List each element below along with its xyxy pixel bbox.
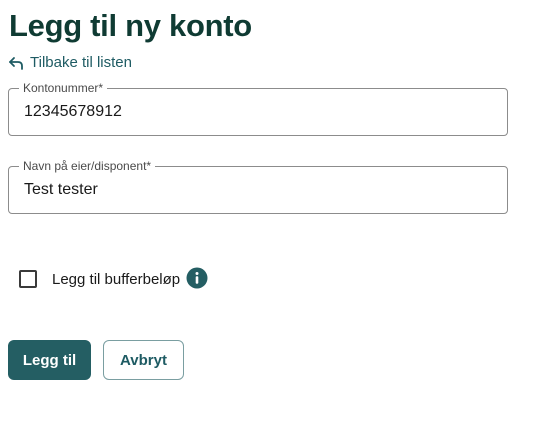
buffer-checkbox-label[interactable]: Legg til bufferbeløp <box>52 271 180 288</box>
account-number-label: Kontonummer* <box>19 81 108 95</box>
add-button[interactable]: Legg til <box>8 340 91 380</box>
add-account-page: Legg til ny konto Tilbake til listen Kon… <box>0 0 540 428</box>
buffer-checkbox-row: Legg til bufferbeløp <box>19 267 208 289</box>
arrow-back-icon <box>9 56 23 70</box>
back-to-list-link[interactable]: Tilbake til listen <box>8 54 132 71</box>
info-icon[interactable] <box>186 267 208 289</box>
back-link-label: Tilbake til listen <box>30 54 132 71</box>
account-number-input[interactable] <box>24 101 494 123</box>
buffer-checkbox[interactable] <box>19 270 37 288</box>
owner-name-field: Navn på eier/disponent* <box>8 159 508 214</box>
cancel-button[interactable]: Avbryt <box>103 340 184 380</box>
page-title: Legg til ny konto <box>9 8 252 43</box>
owner-name-input[interactable] <box>24 179 494 201</box>
account-number-field: Kontonummer* <box>8 81 508 136</box>
owner-name-label: Navn på eier/disponent* <box>19 159 156 173</box>
